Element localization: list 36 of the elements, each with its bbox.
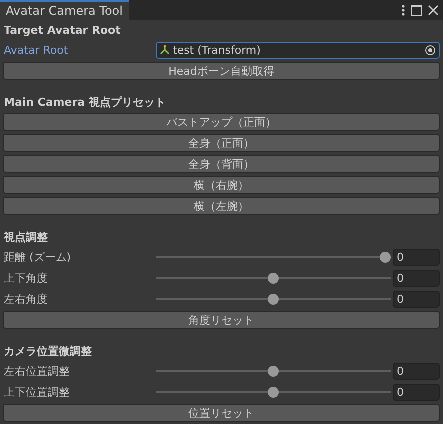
number-field[interactable]: 0 bbox=[393, 384, 440, 400]
field-label: Avatar Root bbox=[3, 44, 70, 56]
slider-thumb[interactable] bbox=[268, 366, 279, 376]
action-button[interactable]: Headボーン自動取得 bbox=[3, 62, 440, 80]
section-heading: Main Camera 視点プリセット bbox=[3, 95, 167, 111]
slider-label: 上下角度 bbox=[3, 270, 49, 286]
slider-label: 距離 (ズーム) bbox=[3, 250, 72, 264]
number-field[interactable]: 0 bbox=[393, 270, 440, 286]
preset-button[interactable]: バストアップ（正面） bbox=[3, 113, 440, 131]
section-heading: カメラ位置微調整 bbox=[3, 344, 93, 360]
slider-label: 左右位置調整 bbox=[3, 364, 71, 378]
maximize-icon[interactable] bbox=[411, 4, 422, 16]
reset-button[interactable]: 角度リセット bbox=[3, 311, 440, 329]
slider-label: 上下位置調整 bbox=[3, 384, 71, 400]
window-tab[interactable]: Avatar Camera Tool bbox=[0, 0, 129, 20]
preset-button[interactable]: 横（左腕） bbox=[3, 197, 440, 215]
slider-thumb[interactable] bbox=[268, 294, 279, 304]
number-field[interactable]: 0 bbox=[393, 290, 440, 308]
more-icon[interactable] bbox=[402, 4, 405, 16]
slider-thumb[interactable] bbox=[268, 386, 279, 398]
object-field[interactable]: test (Transform) bbox=[156, 42, 440, 58]
number-field[interactable]: 0 bbox=[393, 362, 440, 380]
close-icon[interactable] bbox=[428, 4, 439, 16]
reset-button[interactable]: 位置リセット bbox=[3, 404, 440, 422]
section-heading: Target Avatar Root bbox=[3, 23, 122, 39]
preset-button[interactable]: 全身（正面） bbox=[3, 134, 440, 152]
slider-thumb[interactable] bbox=[268, 272, 279, 284]
field-value: test (Transform) bbox=[173, 44, 262, 56]
section-heading: 視点調整 bbox=[3, 230, 49, 246]
transform-icon bbox=[160, 45, 170, 55]
preset-button[interactable]: 横（右腕） bbox=[3, 176, 440, 194]
preset-button[interactable]: 全身（背面） bbox=[3, 155, 440, 173]
slider-label: 左右角度 bbox=[3, 292, 49, 306]
slider-thumb[interactable] bbox=[380, 252, 390, 262]
target-icon[interactable] bbox=[425, 44, 436, 56]
number-field[interactable]: 0 bbox=[393, 248, 440, 266]
